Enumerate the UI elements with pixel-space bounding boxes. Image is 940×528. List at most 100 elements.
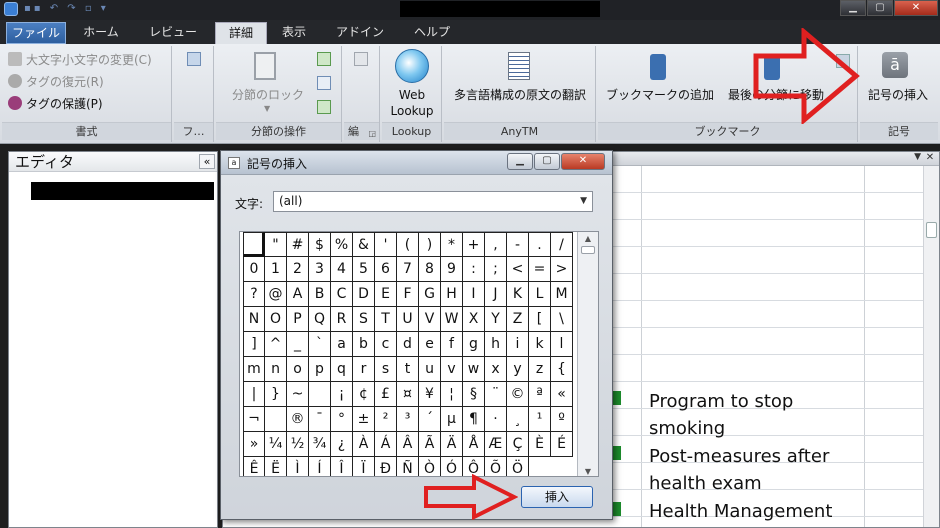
character-cell[interactable]: ? <box>243 282 265 307</box>
character-cell[interactable]: c <box>375 332 397 357</box>
character-cell[interactable]: 5 <box>353 257 375 282</box>
character-cell[interactable]: ° <box>331 407 353 432</box>
character-cell[interactable]: Ë <box>265 457 287 476</box>
grid-close-icon[interactable]: ✕ <box>924 152 936 164</box>
character-cell[interactable]: % <box>331 232 353 257</box>
scroll-down-icon[interactable]: ▼ <box>578 467 598 476</box>
character-cell[interactable]: > <box>551 257 573 282</box>
character-cell[interactable]: p <box>309 357 331 382</box>
translate-multilingual-source-button[interactable]: 多言語構成の原文の翻訳 <box>444 86 596 103</box>
character-cell[interactable]: ¸ <box>507 407 529 432</box>
scroll-up-icon[interactable]: ▲ <box>578 234 598 243</box>
character-cell[interactable]: m <box>243 357 265 382</box>
character-cell[interactable]: Ï <box>353 457 375 476</box>
segment-target-text[interactable]: smoking <box>649 415 725 442</box>
edit-dialog-launcher-icon[interactable]: ◲ <box>368 129 376 138</box>
character-cell[interactable]: * <box>441 232 463 257</box>
character-cell[interactable]: $ <box>309 232 331 257</box>
character-cell[interactable]: ¢ <box>353 382 375 407</box>
character-cell[interactable]: · <box>485 407 507 432</box>
character-cell[interactable]: . <box>529 232 551 257</box>
character-cell[interactable]: £ <box>375 382 397 407</box>
close-button[interactable]: ✕ <box>894 0 938 16</box>
character-cell[interactable]: @ <box>265 282 287 307</box>
character-cell[interactable]: G <box>419 282 441 307</box>
character-cell[interactable]: f <box>441 332 463 357</box>
character-cell[interactable]: S <box>353 307 375 332</box>
character-cell[interactable]: U <box>397 307 419 332</box>
insert-symbol-ribbon-button[interactable]: 記号の挿入 <box>860 86 936 103</box>
character-cell[interactable]: ´ <box>419 407 441 432</box>
character-cell[interactable]: z <box>529 357 551 382</box>
character-cell[interactable]: « <box>551 382 573 407</box>
character-cell[interactable]: } <box>265 382 287 407</box>
character-cell[interactable]: M <box>551 282 573 307</box>
character-cell[interactable]: Í <box>309 457 331 476</box>
web-lookup-button[interactable]: Web Lookup <box>382 87 442 119</box>
character-cell[interactable]: k <box>529 332 551 357</box>
character-cell[interactable]: Ä <box>441 432 463 457</box>
character-cell[interactable]: + <box>463 232 485 257</box>
character-cell[interactable]: y <box>507 357 529 382</box>
fu-icon[interactable] <box>187 52 201 66</box>
maximize-button[interactable]: ▢ <box>867 0 893 16</box>
character-cell[interactable]: < <box>507 257 529 282</box>
character-cell[interactable]: O <box>265 307 287 332</box>
character-cell[interactable]: Î <box>331 457 353 476</box>
character-cell[interactable]: e <box>419 332 441 357</box>
character-cell[interactable]: 7 <box>397 257 419 282</box>
dialog-minimize-button[interactable]: ▁ <box>507 153 533 170</box>
character-cell[interactable]: 3 <box>309 257 331 282</box>
character-cell[interactable]: X <box>463 307 485 332</box>
character-cell[interactable]: ¦ <box>441 382 463 407</box>
change-case-button[interactable]: 大文字小文字の変更(C) <box>8 50 152 70</box>
segment-target-text[interactable]: health exam <box>649 470 762 497</box>
character-cell[interactable]: ' <box>375 232 397 257</box>
character-cell[interactable]: H <box>441 282 463 307</box>
character-grid-scrollbar[interactable]: ▲ ▼ <box>577 232 598 476</box>
character-cell[interactable]: Å <box>463 432 485 457</box>
character-cell[interactable]: o <box>287 357 309 382</box>
character-cell[interactable]: Â <box>397 432 419 457</box>
tab-advanced[interactable]: 詳細 <box>215 22 267 44</box>
character-cell[interactable]: ² <box>375 407 397 432</box>
character-cell[interactable]: | <box>243 382 265 407</box>
segment-op-icon-2[interactable] <box>317 76 331 90</box>
segment-target-text[interactable]: Program to stop <box>649 388 793 415</box>
tab-view[interactable]: 表示 <box>272 22 316 44</box>
character-cell[interactable]: 9 <box>441 257 463 282</box>
character-cell[interactable]: ³ <box>397 407 419 432</box>
character-cell[interactable]: Ã <box>419 432 441 457</box>
character-cell[interactable]: ¯ <box>309 407 331 432</box>
character-cell[interactable]: # <box>287 232 309 257</box>
character-cell[interactable]: u <box>419 357 441 382</box>
segment-lock-dropdown-icon[interactable]: ▼ <box>264 104 270 113</box>
character-cell[interactable]: ¬ <box>243 407 265 432</box>
character-cell[interactable]: Z <box>507 307 529 332</box>
tab-home[interactable]: ホーム <box>72 22 130 44</box>
character-cell[interactable]: ¥ <box>419 382 441 407</box>
segment-lock-button[interactable]: 分節のロック <box>228 86 308 103</box>
character-cell[interactable]: { <box>551 357 573 382</box>
character-cell[interactable]: ¾ <box>309 432 331 457</box>
character-cell[interactable]: W <box>441 307 463 332</box>
character-cell[interactable]: 6 <box>375 257 397 282</box>
character-cell[interactable]: ¶ <box>463 407 485 432</box>
character-cell[interactable]: v <box>441 357 463 382</box>
dialog-close-button[interactable]: ✕ <box>561 153 605 170</box>
character-cell[interactable]: É <box>551 432 573 457</box>
character-cell[interactable]: Ê <box>243 457 265 476</box>
character-cell[interactable] <box>309 382 331 407</box>
segment-op-icon-1[interactable] <box>317 52 331 66</box>
tab-review[interactable]: レビュー <box>138 22 208 44</box>
character-cell[interactable]: C <box>331 282 353 307</box>
character-cell[interactable]: Ç <box>507 432 529 457</box>
character-cell[interactable]: g <box>463 332 485 357</box>
character-scroll-thumb[interactable] <box>581 246 595 254</box>
character-cell[interactable]: È <box>529 432 551 457</box>
character-cell[interactable]: ª <box>529 382 551 407</box>
character-cell[interactable]: ¡ <box>331 382 353 407</box>
character-cell[interactable]: t <box>397 357 419 382</box>
character-cell[interactable]: s <box>375 357 397 382</box>
character-cell[interactable]: a <box>331 332 353 357</box>
